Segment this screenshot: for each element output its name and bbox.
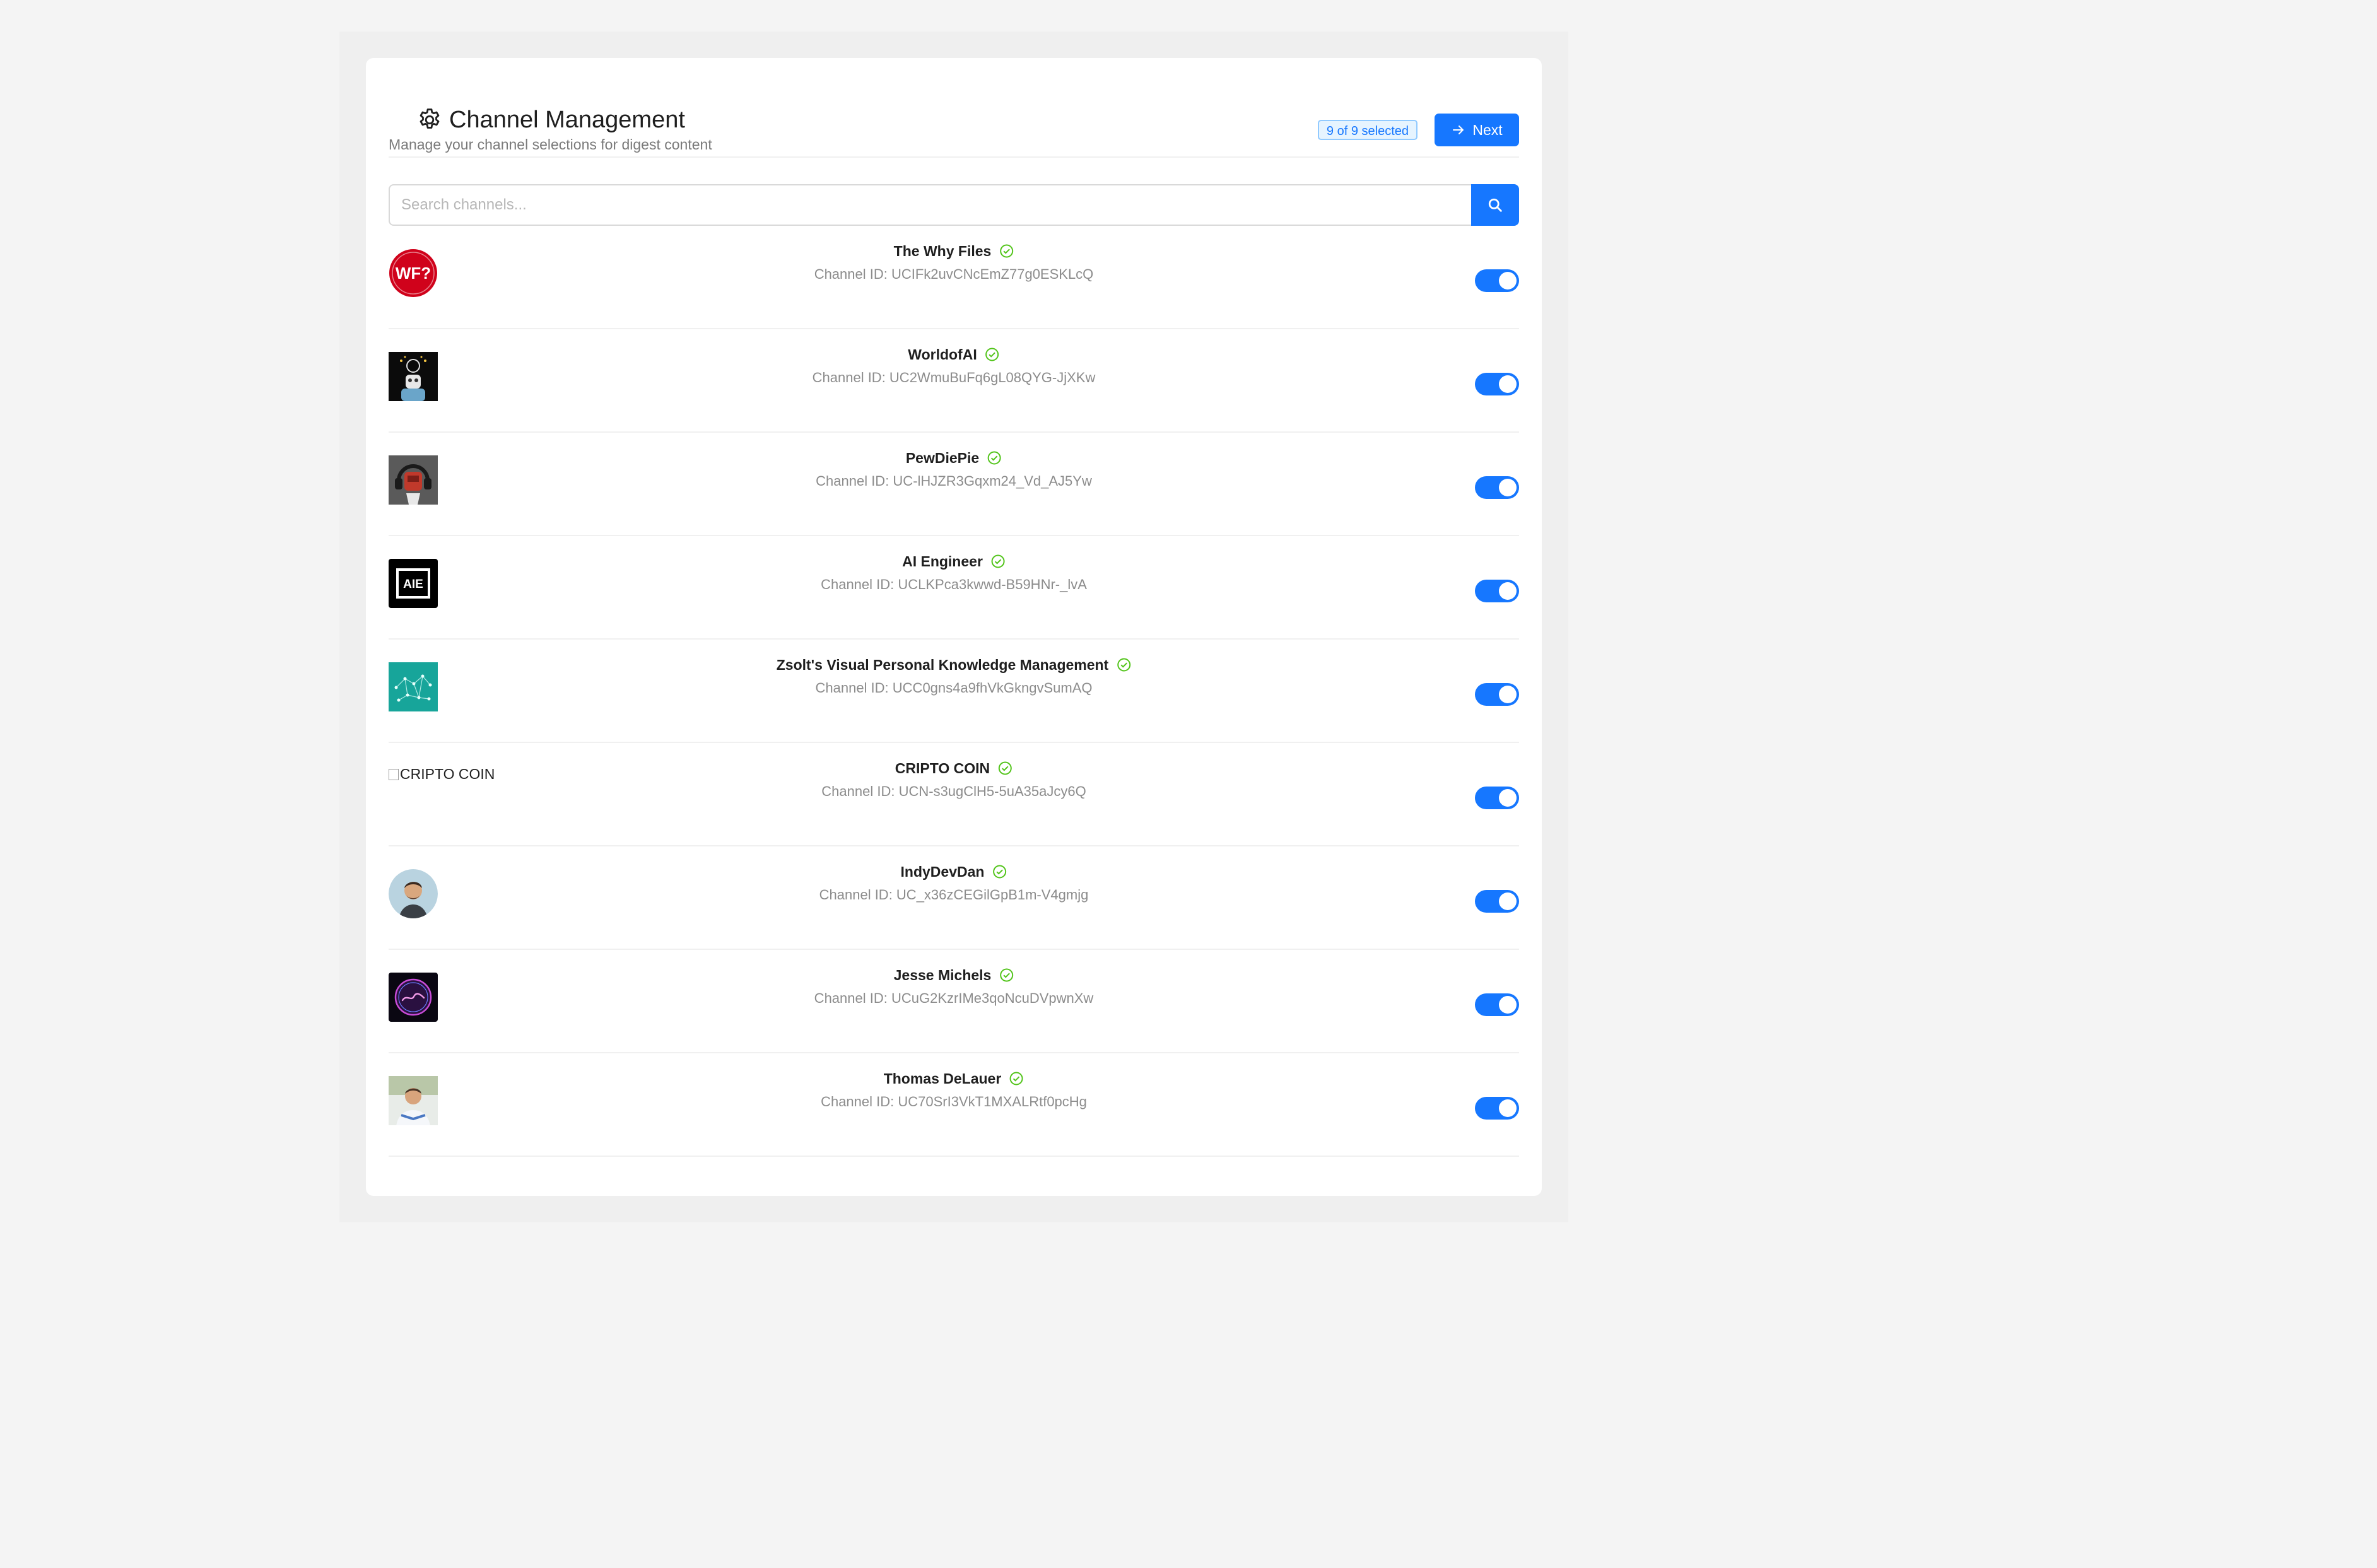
broken-image-avatar: CRIPTO COIN: [389, 766, 495, 783]
channel-id: Channel ID: UCIFk2uvCNcEmZ77g0ESKLcQ: [814, 266, 1094, 282]
verified-check-icon: [1116, 657, 1131, 672]
channel-list: WF? The Why Files Channel ID: UCIFk2uvCN…: [389, 226, 1519, 1157]
channel-avatar: [389, 1076, 438, 1125]
verified-check-icon: [999, 243, 1014, 259]
channel-id: Channel ID: UCC0gns4a9fhVkGkngvSumAQ: [815, 680, 1093, 696]
channel-management-card: Channel Management Manage your channel s…: [366, 58, 1542, 1196]
channel-name: Jesse Michels: [893, 966, 992, 983]
channel-toggle[interactable]: [1475, 787, 1519, 809]
page-subtitle: Manage your channel selections for diges…: [389, 136, 712, 153]
verified-check-icon: [990, 554, 1006, 569]
channel-id: Channel ID: UCLKPca3kwwd-B59HNr-_lvA: [821, 576, 1087, 592]
channel-info: Jesse Michels Channel ID: UCuG2KzrIMe3qo…: [814, 962, 1094, 1007]
channel-avatar: WF?: [389, 249, 438, 298]
channel-row: Thomas DeLauer Channel ID: UC70SrI3VkT1M…: [389, 1053, 1519, 1157]
channel-row: CRIPTO COIN CRIPTO COIN Channel ID: UCN-…: [389, 743, 1519, 846]
channel-avatar: AIE: [389, 559, 438, 608]
channel-avatar: [389, 352, 438, 401]
channel-toggle[interactable]: [1475, 269, 1519, 292]
svg-text:WF?: WF?: [396, 264, 431, 283]
channel-name: PewDiePie: [905, 449, 980, 466]
channel-name: CRIPTO COIN: [895, 759, 990, 776]
channel-row: PewDiePie Channel ID: UC-lHJZR3Gqxm24_Vd…: [389, 433, 1519, 536]
channel-info: Zsolt's Visual Personal Knowledge Manage…: [777, 652, 1132, 696]
next-button-label: Next: [1472, 121, 1503, 138]
channel-name: IndyDevDan: [900, 863, 985, 880]
channel-row: IndyDevDan Channel ID: UC_x36zCEGilGpB1m…: [389, 846, 1519, 950]
channel-info: The Why Files Channel ID: UCIFk2uvCNcEmZ…: [814, 238, 1094, 283]
verified-check-icon: [997, 761, 1012, 776]
channel-avatar: [389, 973, 438, 1022]
channel-name: Thomas DeLauer: [883, 1070, 1002, 1087]
card-header: Channel Management Manage your channel s…: [389, 81, 1519, 158]
channel-info: CRIPTO COIN Channel ID: UCN-s3ugClH5-5uA…: [821, 756, 1086, 800]
channel-row: Jesse Michels Channel ID: UCuG2KzrIMe3qo…: [389, 950, 1519, 1053]
toggle-knob: [1499, 686, 1517, 703]
verified-check-icon: [985, 347, 1000, 362]
search-bar: [389, 184, 1519, 226]
arrow-right-icon: [1451, 122, 1466, 137]
broken-image-icon: [389, 769, 399, 780]
toggle-knob: [1499, 582, 1517, 600]
channel-row: WorldofAI Channel ID: UC2WmuBuFq6gL08QYG…: [389, 329, 1519, 433]
toggle-knob: [1499, 272, 1517, 290]
toggle-knob: [1499, 892, 1517, 910]
channel-toggle[interactable]: [1475, 683, 1519, 706]
page-title: Channel Management: [449, 107, 685, 133]
channel-toggle[interactable]: [1475, 1097, 1519, 1120]
search-input[interactable]: [389, 184, 1471, 226]
toggle-knob: [1499, 479, 1517, 496]
channel-row: Zsolt's Visual Personal Knowledge Manage…: [389, 640, 1519, 743]
verified-check-icon: [1009, 1071, 1024, 1086]
channel-avatar: [389, 662, 438, 711]
channel-id: Channel ID: UC2WmuBuFq6gL08QYG-JjXKw: [812, 370, 1096, 385]
toggle-knob: [1499, 996, 1517, 1014]
svg-text:AIE: AIE: [403, 578, 423, 591]
verified-check-icon: [999, 968, 1014, 983]
selected-count-badge: 9 of 9 selected: [1317, 120, 1417, 140]
channel-info: AI Engineer Channel ID: UCLKPca3kwwd-B59…: [821, 549, 1087, 593]
toggle-knob: [1499, 375, 1517, 393]
channel-name: WorldofAI: [908, 346, 977, 363]
channel-avatar: [389, 455, 438, 505]
channel-info: IndyDevDan Channel ID: UC_x36zCEGilGpB1m…: [819, 859, 1089, 903]
gear-icon: [416, 107, 443, 133]
channel-row: WF? The Why Files Channel ID: UCIFk2uvCN…: [389, 226, 1519, 329]
search-button[interactable]: [1471, 184, 1519, 226]
next-button[interactable]: Next: [1435, 114, 1519, 146]
search-icon: [1486, 196, 1504, 214]
channel-info: WorldofAI Channel ID: UC2WmuBuFq6gL08QYG…: [813, 342, 1096, 386]
channel-id: Channel ID: UC_x36zCEGilGpB1m-V4gmjg: [819, 887, 1089, 903]
channel-avatar: [389, 869, 438, 918]
channel-toggle[interactable]: [1475, 373, 1519, 395]
channel-toggle[interactable]: [1475, 890, 1519, 913]
avatar-alt-text: CRIPTO COIN: [400, 766, 495, 782]
channel-id: Channel ID: UCuG2KzrIMe3qoNcuDVpwnXw: [814, 990, 1094, 1006]
channel-info: Thomas DeLauer Channel ID: UC70SrI3VkT1M…: [821, 1066, 1087, 1110]
channel-info: PewDiePie Channel ID: UC-lHJZR3Gqxm24_Vd…: [816, 445, 1092, 489]
channel-row: AIE AI Engineer Channel ID: UCLKPca3kwwd…: [389, 536, 1519, 640]
verified-check-icon: [987, 450, 1002, 465]
title-row: Channel Management: [416, 105, 685, 135]
channel-name: AI Engineer: [902, 553, 983, 570]
channel-name: The Why Files: [893, 242, 992, 259]
toggle-knob: [1499, 1099, 1517, 1117]
channel-toggle[interactable]: [1475, 580, 1519, 602]
channel-toggle[interactable]: [1475, 993, 1519, 1016]
channel-name: Zsolt's Visual Personal Knowledge Manage…: [776, 656, 1109, 673]
toggle-knob: [1499, 789, 1517, 807]
verified-check-icon: [992, 864, 1007, 879]
channel-toggle[interactable]: [1475, 476, 1519, 499]
channel-id: Channel ID: UCN-s3ugClH5-5uA35aJcy6Q: [821, 783, 1086, 799]
channel-id: Channel ID: UC-lHJZR3Gqxm24_Vd_AJ5Yw: [816, 473, 1092, 489]
channel-id: Channel ID: UC70SrI3VkT1MXALRtf0pcHg: [821, 1094, 1087, 1109]
